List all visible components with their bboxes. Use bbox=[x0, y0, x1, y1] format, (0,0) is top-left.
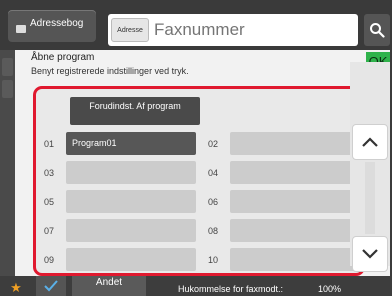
other-button[interactable]: Andet bbox=[72, 276, 146, 296]
address-button[interactable]: Adresse bbox=[111, 18, 149, 42]
slot-label: Program01 bbox=[72, 138, 117, 148]
search-icon bbox=[370, 23, 385, 38]
slot-label bbox=[66, 255, 72, 264]
top-bar: Adressebog Adresse bbox=[0, 0, 392, 50]
program-list-panel: Forudindst. Af program 01 Program01 02 0… bbox=[33, 86, 365, 276]
dialog-title: Åbne program bbox=[31, 52, 95, 63]
check-button[interactable] bbox=[36, 276, 66, 296]
slot-number: 10 bbox=[208, 255, 219, 265]
slot-label bbox=[66, 226, 72, 235]
program-slot-04[interactable] bbox=[230, 161, 360, 184]
slot-number: 06 bbox=[208, 197, 219, 207]
dialog-subtitle: Benyt registrerede indstillinger ved try… bbox=[31, 66, 189, 76]
program-slot-01[interactable]: Program01 bbox=[66, 132, 196, 155]
checkmark-icon bbox=[44, 280, 58, 292]
open-program-dialog: Åbne program Benyt registrerede indstill… bbox=[15, 50, 390, 276]
fax-number-field: Adresse bbox=[108, 14, 358, 46]
slot-label bbox=[230, 255, 236, 264]
fax-number-input[interactable] bbox=[154, 16, 354, 44]
bottom-bar: ★ Andet Hukommelse for faxmodt.: 100% bbox=[0, 276, 392, 296]
program-slot-09[interactable] bbox=[66, 248, 196, 271]
chevron-up-icon bbox=[362, 137, 378, 147]
slot-number: 01 bbox=[44, 139, 55, 149]
slot-number: 04 bbox=[208, 168, 219, 178]
program-slot-03[interactable] bbox=[66, 161, 196, 184]
slot-label bbox=[230, 139, 236, 148]
fax-memory-label: Hukommelse for faxmodt.: bbox=[178, 284, 284, 294]
program-slot-05[interactable] bbox=[66, 190, 196, 213]
program-slot-07[interactable] bbox=[66, 219, 196, 242]
slot-label bbox=[230, 226, 236, 235]
slot-number: 02 bbox=[208, 139, 219, 149]
slot-number: 03 bbox=[44, 168, 55, 178]
favorite-star-icon[interactable]: ★ bbox=[6, 279, 26, 296]
chevron-down-icon bbox=[362, 249, 378, 259]
scrollbar-track[interactable] bbox=[365, 162, 375, 234]
edge-tab[interactable] bbox=[2, 58, 13, 76]
program-slot-10[interactable] bbox=[230, 248, 360, 271]
slot-label bbox=[66, 197, 72, 206]
addressbook-label: Adressebog bbox=[30, 18, 84, 29]
scroll-down-button[interactable] bbox=[352, 236, 388, 272]
slot-label bbox=[230, 168, 236, 177]
scroll-up-button[interactable] bbox=[352, 124, 388, 160]
slot-number: 09 bbox=[44, 255, 55, 265]
preset-program-button[interactable]: Forudindst. Af program bbox=[70, 97, 200, 125]
program-slot-02[interactable] bbox=[230, 132, 360, 155]
fax-memory-value: 100% bbox=[318, 284, 342, 294]
slot-label bbox=[66, 168, 72, 177]
slot-number: 05 bbox=[44, 197, 55, 207]
addressbook-icon bbox=[16, 25, 26, 33]
edge-tab[interactable] bbox=[2, 80, 13, 98]
addressbook-button[interactable]: Adressebog bbox=[8, 10, 96, 42]
program-slot-08[interactable] bbox=[230, 219, 360, 242]
slot-number: 07 bbox=[44, 226, 55, 236]
slot-label bbox=[230, 197, 236, 206]
slot-number: 08 bbox=[208, 226, 219, 236]
search-button[interactable] bbox=[364, 14, 390, 46]
left-edge-tabs bbox=[0, 50, 15, 276]
program-slot-06[interactable] bbox=[230, 190, 360, 213]
